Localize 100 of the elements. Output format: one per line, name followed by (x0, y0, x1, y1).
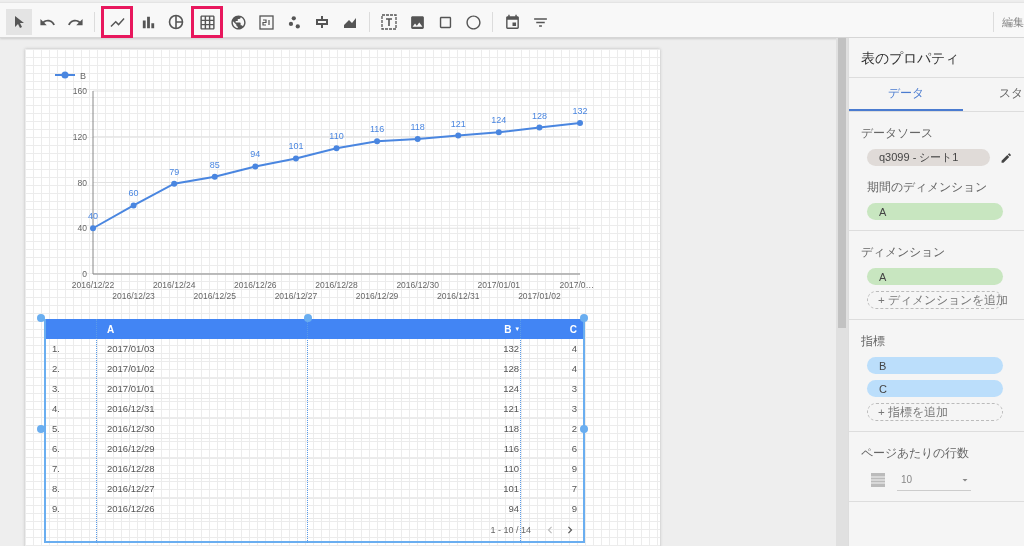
y-tick-label: 160 (72, 86, 87, 96)
scorecard-icon (258, 14, 274, 30)
table-cell: 124 (312, 379, 525, 399)
data-point (333, 145, 340, 152)
data-point (536, 124, 543, 131)
table-tool-button[interactable] (191, 6, 223, 38)
table-cell: 132 (312, 339, 525, 359)
pointer-icon (13, 15, 25, 29)
section-label: 期間のディメンション (866, 180, 988, 195)
scrollbar[interactable] (836, 38, 848, 546)
row-number: 2. (46, 359, 101, 379)
table-cell: 128 (312, 359, 525, 379)
panel-tab[interactable]: データ (849, 78, 963, 111)
resize-handle[interactable] (37, 314, 45, 322)
resize-handle[interactable] (37, 425, 45, 433)
legend-label: B (80, 70, 86, 81)
data-label: 116 (369, 124, 385, 135)
data-label: 85 (209, 159, 220, 170)
data-point (374, 138, 381, 145)
pointer-tool-button[interactable] (6, 9, 32, 35)
line-tool-button[interactable] (101, 6, 133, 38)
data-point (455, 132, 462, 139)
y-tick-label: 40 (77, 223, 87, 234)
calendar-icon (503, 13, 521, 31)
data-label: 128 (531, 110, 547, 121)
panel-tab[interactable]: スタ (963, 78, 1023, 111)
dimension-chip[interactable]: A (867, 268, 1003, 285)
y-tick-label: 0 (82, 269, 87, 279)
data-source-chip[interactable]: q3099 - シート1 (867, 149, 990, 166)
globe-icon (229, 13, 247, 31)
table-cell: 6 (525, 439, 583, 459)
x-tick-label: 2017/01/02 (518, 291, 561, 301)
column-header[interactable]: C (525, 319, 583, 339)
rows-per-page-select[interactable]: 10 (897, 469, 971, 491)
y-tick-label: 120 (72, 131, 87, 142)
data-label: 124 (491, 115, 507, 126)
row-number: 8. (46, 479, 101, 499)
dimension-chip[interactable]: A (867, 203, 1003, 220)
resize-handle[interactable] (580, 425, 588, 433)
table-cell: 2017/01/02 (101, 359, 312, 379)
data-point (414, 136, 421, 143)
chart-legend (54, 71, 76, 79)
resize-handle[interactable] (580, 314, 588, 322)
row-number: 3. (46, 379, 101, 399)
column-header[interactable]: A (101, 319, 312, 339)
x-tick-label: 2016/12/25 (193, 291, 236, 301)
table-cell: 110 (312, 459, 525, 479)
table-cell: 2016/12/29 (101, 439, 312, 459)
row-number: 7. (46, 459, 101, 479)
section-label: 指標 (861, 334, 886, 349)
section-label: ページあたりの行数 (861, 446, 970, 461)
x-tick-label: 2016/12/27 (274, 291, 318, 301)
resize-handle[interactable] (304, 314, 312, 322)
data-label: 40 (88, 211, 98, 222)
x-tick-label: 2016/12/31 (437, 291, 480, 301)
table-cell: 94 (312, 499, 525, 519)
x-tick-label: 2016/12/30 (396, 280, 439, 290)
x-tick-label: 2017/01/01 (477, 280, 521, 290)
table-cell: 9 (525, 459, 583, 479)
table-cell: 3 (525, 379, 583, 399)
table-cell: 9 (525, 499, 583, 519)
row-number: 4. (46, 399, 101, 419)
table-icon (198, 13, 216, 31)
metric-chip[interactable]: C (867, 380, 1003, 397)
edit-icon[interactable] (999, 150, 1012, 165)
x-tick-label: 2016/12/24 (152, 280, 196, 290)
metric-chip[interactable]: B (867, 357, 1003, 374)
table-cell: 2016/12/31 (101, 399, 312, 419)
pie-chart-icon (168, 14, 184, 30)
x-tick-label: 2016/12/26 (234, 280, 277, 290)
table-cell: 2016/12/28 (101, 459, 312, 479)
row-number: 9. (46, 499, 101, 519)
x-tick-label: 2016/12/29 (355, 291, 399, 301)
data-label: 101 (288, 141, 304, 152)
data-point (130, 202, 137, 209)
x-tick-label: 2016/12/23 (112, 291, 155, 301)
section-label: ディメンション (861, 245, 946, 260)
data-point (252, 163, 259, 170)
row-number: 5. (46, 419, 101, 439)
data-point (495, 129, 502, 136)
data-label: 121 (450, 118, 466, 129)
table-cell: 118 (312, 419, 525, 439)
data-point (211, 173, 218, 180)
panel-title: 表のプロパティ (849, 38, 1024, 78)
section-label: データソース (861, 126, 934, 141)
table-cell: 4 (525, 359, 583, 379)
table-cell: 2017/01/01 (101, 379, 312, 399)
edit-label[interactable]: 編集 (993, 12, 1024, 32)
table-cell: 121 (312, 399, 525, 419)
data-label: 110 (329, 131, 344, 142)
row-number: 6. (46, 439, 101, 459)
x-tick-label: 2017/0… (559, 280, 594, 290)
data-label: 94 (250, 149, 261, 160)
table-cell: 3 (525, 399, 583, 419)
pagination-text: 1 - 10 / 14 (490, 525, 531, 535)
table-cell: 2016/12/30 (101, 419, 312, 439)
data-point (577, 120, 583, 127)
table-cell: 2017/01/03 (101, 339, 312, 359)
table-cell: 4 (525, 339, 583, 359)
y-tick-label: 80 (77, 177, 87, 188)
